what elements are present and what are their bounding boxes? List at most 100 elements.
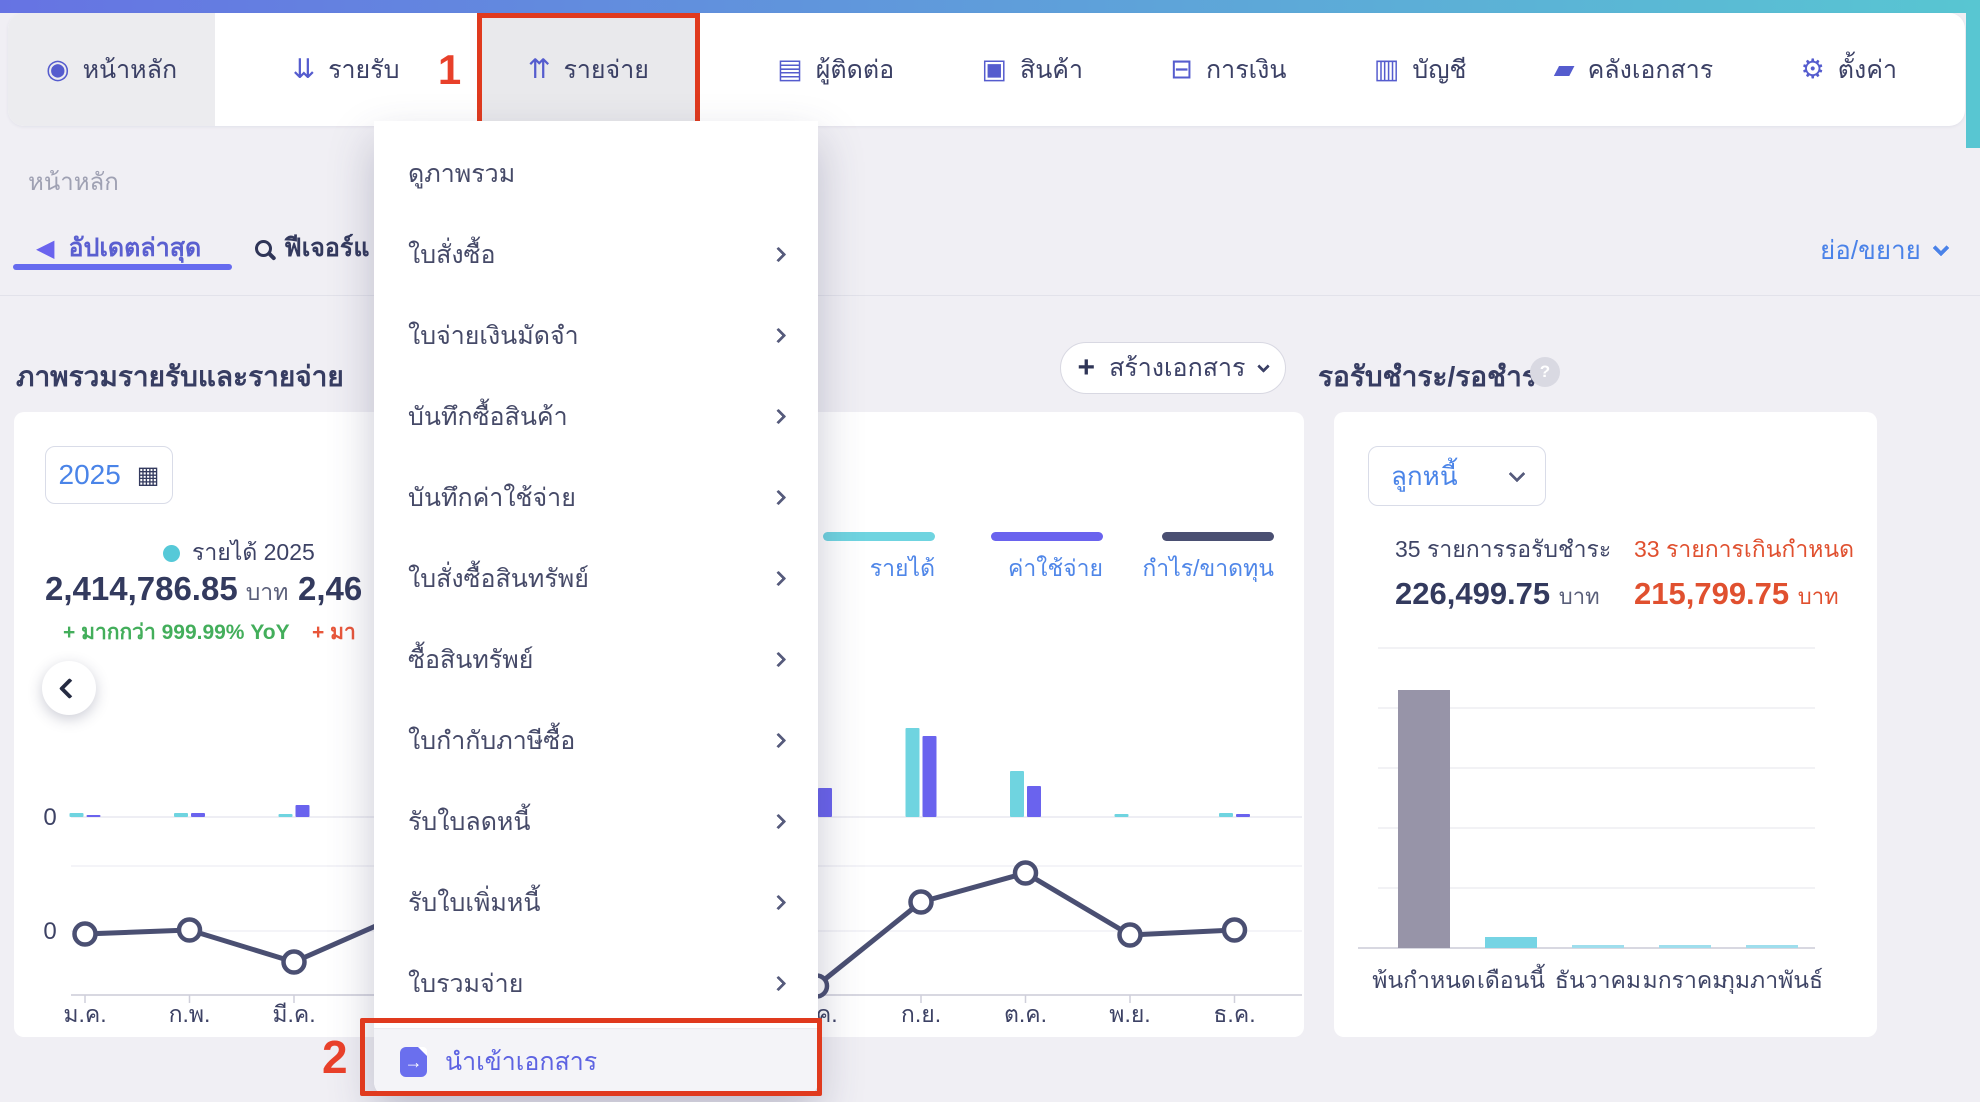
menu-item[interactable]: ใบรวมจ่าย (374, 943, 818, 1024)
nav-spacer (1093, 13, 1160, 126)
expense-icon: ⇈ (528, 56, 551, 83)
tab-latest-updates[interactable]: ◀ อัปเดตล่าสุด (36, 228, 201, 268)
expense-bar (296, 805, 310, 817)
y-zero-label: 0 (43, 804, 56, 831)
menu-item[interactable]: ใบจ่ายเงินมัดจำ (374, 295, 818, 376)
chevron-left-icon (58, 677, 79, 698)
chevron-right-icon (771, 814, 787, 830)
receivables-section-title: รอรับชำระ/รอชำระ (1318, 355, 1552, 399)
nav-item-label: คลังเอกสาร (1588, 50, 1714, 90)
nav-item-5[interactable]: ⊟การเงิน (1160, 13, 1296, 126)
menu-item[interactable]: ใบสั่งซื้อสินทรัพย์ (374, 538, 818, 619)
chevron-right-icon (771, 733, 787, 749)
x-axis-label: เดือนนี้ (1477, 964, 1545, 993)
chevron-right-icon (771, 328, 787, 344)
nav-item-label: หน้าหลัก (83, 50, 178, 90)
nav-item-label: บัญชี (1412, 50, 1466, 90)
x-axis-label: มี.ค. (272, 1001, 315, 1027)
x-axis-label: ธ.ค. (1213, 1001, 1255, 1027)
income-bar (1010, 771, 1024, 817)
megaphone-icon: ◀ (36, 234, 54, 263)
expense-bar (87, 815, 101, 817)
menu-item-label: รับใบลดหนี้ (408, 802, 531, 842)
nav-spacer (904, 13, 971, 126)
carousel-prev-button[interactable] (42, 661, 96, 715)
income-bar (279, 814, 293, 817)
nav-item-6[interactable]: ▥ บัญชี (1364, 13, 1477, 126)
line-marker (1120, 925, 1141, 946)
menu-item[interactable]: ใบกำกับภาษีซื้อ (374, 700, 818, 781)
line-marker (911, 892, 932, 913)
nav-item-3[interactable]: ▤ ผู้ติดต่อ (767, 13, 904, 126)
aging-bar (1746, 945, 1798, 948)
line-marker (179, 920, 200, 941)
expense-bar (191, 813, 205, 817)
menu-item[interactable]: ใบสั่งซื้อ (374, 214, 818, 295)
chevron-right-icon (771, 976, 787, 992)
nav-item-7[interactable]: ▰ คลังเอกสาร (1544, 13, 1723, 126)
tab-latest-updates-label: อัปเดตล่าสุด (68, 228, 201, 268)
chevron-down-icon (1258, 360, 1271, 373)
menu-item[interactable]: รับใบลดหนี้ (374, 781, 818, 862)
create-document-label: สร้างเอกสาร (1109, 348, 1245, 388)
collapse-expand-toggle[interactable]: ย่อ/ขยาย (1820, 230, 1947, 271)
chevron-right-icon (771, 895, 787, 911)
settings-icon: ⚙ (1801, 56, 1825, 83)
tab-features[interactable]: ฟีเจอร์แ (255, 228, 369, 268)
top-navigation-bar: ◉หน้าหลัก ⇊รายรับ ⇈ รายจ่าย 1 ▤ ผู้ติดต่อ ▣สินค… (8, 13, 1965, 126)
menu-item[interactable]: ซื้อสินทรัพย์ (374, 619, 818, 700)
overview-section-title: ภาพรวมรายรับและรายจ่าย (16, 355, 344, 399)
x-axis-label: พ.ย. (1109, 1001, 1150, 1027)
income-bar (1115, 814, 1129, 817)
contacts-icon: ▤ (777, 56, 803, 83)
nav-spacer (215, 13, 282, 126)
menu-item-label: ใบกำกับภาษีซื้อ (408, 721, 575, 761)
x-axis-label: พ้นกำหนด (1372, 967, 1476, 993)
chevron-down-icon (1932, 239, 1949, 256)
accounting-icon: ▥ (1374, 56, 1400, 83)
nav-item-label: รายรับ (328, 50, 399, 90)
nav-spacer (700, 13, 767, 126)
menu-item-label: บันทึกซื้อสินค้า (408, 397, 568, 437)
chevron-right-icon (771, 652, 787, 668)
line-marker (75, 924, 96, 945)
menu-item-label: ดูภาพรวม (408, 154, 515, 194)
x-axis-label: ก.ย. (901, 1001, 941, 1027)
nav-item-2[interactable]: ⇈รายจ่าย1 (477, 13, 700, 126)
income-bar (70, 813, 84, 817)
x-axis-label: ม.ค. (63, 1001, 106, 1027)
nav-spacer (1476, 13, 1543, 126)
create-document-button[interactable]: + สร้างเอกสาร (1060, 342, 1286, 394)
x-axis-label: ธันวาคม (1555, 967, 1641, 993)
menu-item[interactable]: ดูภาพรวม (374, 133, 818, 214)
menu-item-label: ใบรวมจ่าย (408, 964, 523, 1004)
line-marker (1015, 863, 1036, 884)
help-icon[interactable]: ? (1530, 357, 1560, 387)
nav-item-8[interactable]: ⚙ตั้งค่า (1791, 13, 1907, 126)
nav-item-label: รายจ่าย (563, 50, 648, 90)
expense-bar (818, 788, 832, 817)
chevron-right-icon (771, 490, 787, 506)
menu-item[interactable]: รับใบเพิ่มหนี้ (374, 862, 818, 943)
expense-bar (923, 736, 937, 817)
menu-item-label: ซื้อสินทรัพย์ (408, 640, 533, 680)
nav-item-label: ผู้ติดต่อ (816, 50, 894, 90)
annotation-step1-number: 1 (438, 46, 461, 94)
receivables-card: ลูกหนี้ 35 รายการรอรับชำระ 226,499.75 บา… (1334, 412, 1877, 1037)
search-icon (255, 240, 272, 257)
menu-item-label: ใบสั่งซื้อ (408, 235, 496, 275)
nav-item-4[interactable]: ▣สินค้า (971, 13, 1093, 126)
income-bar (906, 728, 920, 817)
menu-item[interactable]: บันทึกซื้อสินค้า (374, 376, 818, 457)
menu-item[interactable]: บันทึกค่าใช้จ่าย (374, 457, 818, 538)
tab-features-label: ฟีเจอร์แ (284, 228, 369, 268)
document-storage-icon: ▰ (1554, 56, 1575, 83)
annotation-step2-number: 2 (322, 1030, 348, 1084)
nav-item-0[interactable]: ◉หน้าหลัก (8, 13, 215, 126)
active-tab-underline (13, 264, 232, 270)
aging-bar (1659, 945, 1711, 948)
app-window: ◉หน้าหลัก ⇊รายรับ ⇈ รายจ่าย 1 ▤ ผู้ติดต่อ ▣สินค… (0, 0, 1980, 1102)
nav-item-label: การเงิน (1206, 50, 1286, 90)
income-bar (174, 813, 188, 817)
nav-item-1[interactable]: ⇊รายรับ (282, 13, 409, 126)
